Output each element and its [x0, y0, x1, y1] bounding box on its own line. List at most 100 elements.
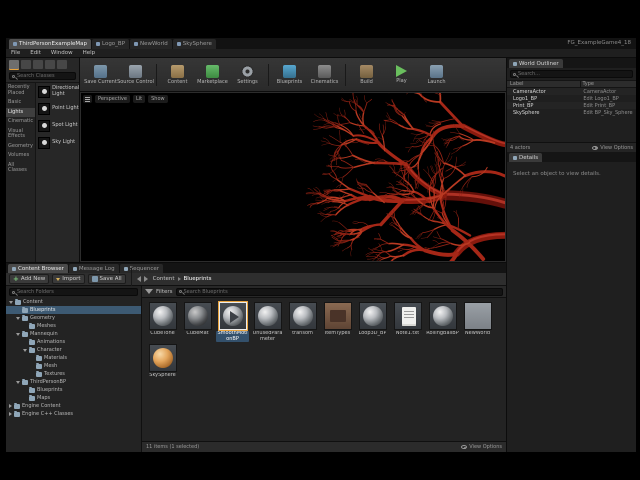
category-geometry[interactable]: Geometry	[6, 142, 35, 152]
expand-arrow-icon[interactable]	[9, 412, 12, 416]
filter-icon[interactable]	[145, 289, 153, 294]
level-viewport[interactable]: Perspective Lit Show	[80, 92, 506, 262]
outliner-view-options[interactable]: View Options	[592, 145, 633, 151]
folder-mannequin[interactable]: Mannequin	[6, 330, 141, 338]
folder-textures[interactable]: Textures	[6, 370, 141, 378]
asset-rollingballbp[interactable]: RollingBallBP	[426, 302, 459, 342]
folder-thirdpersonbp[interactable]: ThirdPersonBP	[6, 378, 141, 386]
settings-button[interactable]: Settings	[231, 64, 264, 85]
outliner-row-logo1-bp[interactable]: Logo1_BP Edit Logo1_BP	[507, 95, 636, 102]
asset-loop3d-bp[interactable]: Loop3D_BP	[356, 302, 389, 342]
folder-engine-content[interactable]: Engine Content	[6, 402, 141, 410]
asset-transom[interactable]: transom	[286, 302, 319, 342]
menu-item-edit[interactable]: Edit	[25, 50, 46, 56]
breadcrumb-content[interactable]: Content	[153, 276, 175, 282]
modes-search[interactable]	[9, 72, 76, 80]
import-button[interactable]: Import	[52, 274, 85, 284]
modes-search-input[interactable]	[17, 72, 73, 80]
folder-character[interactable]: Character	[6, 346, 141, 354]
breadcrumb-blueprints[interactable]: Blueprints	[184, 276, 212, 282]
folders-search-input[interactable]	[17, 288, 135, 296]
place-mode-icon[interactable]	[9, 60, 19, 69]
geometry-mode-icon[interactable]	[57, 60, 67, 69]
viewport-options-icon[interactable]	[83, 95, 92, 103]
asset-skysphere[interactable]: SkySphere	[146, 344, 179, 379]
tab-content-browser[interactable]: Content Browser	[8, 264, 68, 273]
category-visual-effects[interactable]: Visual Effects	[6, 127, 35, 142]
add-new-button[interactable]: + Add New	[9, 274, 50, 284]
category-recently-placed[interactable]: Recently Placed	[6, 83, 35, 98]
foliage-mode-icon[interactable]	[45, 60, 55, 69]
folder-materials[interactable]: Materials	[6, 354, 141, 362]
tab-sequencer[interactable]: Sequencer	[119, 264, 163, 273]
tab-thirdpersonexamplemap[interactable]: ThirdPersonExampleMap	[9, 39, 91, 49]
save-current-button[interactable]: Save Current	[84, 64, 117, 85]
category-all-classes[interactable]: All Classes	[6, 161, 35, 176]
back-icon[interactable]	[136, 276, 141, 282]
menu-item-window[interactable]: Window	[46, 50, 78, 56]
tab-logo-bp[interactable]: Logo_BP	[91, 39, 130, 49]
folder-blueprints[interactable]: Blueprints	[6, 306, 141, 314]
filters-button[interactable]: Filters	[156, 289, 173, 295]
expand-arrow-icon[interactable]	[16, 316, 20, 320]
expand-arrow-icon[interactable]	[16, 380, 20, 384]
tab-details[interactable]: Details	[509, 153, 543, 162]
forward-icon[interactable]	[143, 276, 148, 282]
tab-world-outliner[interactable]: World Outliner	[509, 59, 563, 68]
menu-item-help[interactable]: Help	[78, 50, 101, 56]
folder-blueprints[interactable]: Blueprints	[6, 386, 141, 394]
column-label[interactable]: Label	[507, 81, 581, 87]
expand-arrow-icon[interactable]	[9, 300, 13, 304]
expand-arrow-icon[interactable]	[23, 348, 27, 352]
tab-skysphere[interactable]: SkySphere	[172, 39, 216, 49]
column-type[interactable]: Type	[581, 81, 636, 87]
assets-view-options[interactable]: View Options	[461, 444, 502, 450]
outliner-row-cameraactor[interactable]: CameraActor CameraActor	[507, 88, 636, 95]
blueprints-button[interactable]: Blueprints	[273, 64, 306, 85]
category-lights[interactable]: Lights	[6, 107, 36, 117]
viewport-perspective-menu[interactable]: Perspective	[95, 95, 130, 103]
cinematics-button[interactable]: Cinematics	[308, 64, 341, 85]
placeable-directional-light[interactable]: Directional Light	[36, 83, 79, 100]
folders-search[interactable]	[9, 288, 138, 296]
outliner-search[interactable]	[510, 70, 633, 78]
folder-geometry[interactable]: Geometry	[6, 314, 141, 322]
viewport-show-menu[interactable]: Show	[148, 95, 168, 103]
paint-mode-icon[interactable]	[21, 60, 31, 69]
placeable-point-light[interactable]: Point Light	[36, 100, 79, 117]
menu-item-file[interactable]: File	[6, 50, 25, 56]
folder-engine-c-classes[interactable]: Engine C++ Classes	[6, 410, 141, 418]
marketplace-button[interactable]: Marketplace	[196, 64, 229, 85]
launch-button[interactable]: Launch	[420, 64, 453, 85]
expand-arrow-icon[interactable]	[9, 404, 12, 408]
viewport-lit-menu[interactable]: Lit	[132, 95, 146, 103]
folder-mesh[interactable]: Mesh	[6, 362, 141, 370]
content-button[interactable]: Content	[161, 64, 194, 85]
expand-arrow-icon[interactable]	[16, 332, 20, 336]
asset-cubetone[interactable]: CubeTone	[146, 302, 179, 342]
folder-maps[interactable]: Maps	[6, 394, 141, 402]
asset-smoothmotionbp[interactable]: SmoothMotionBP	[216, 302, 249, 342]
assets-search[interactable]	[175, 287, 503, 296]
outliner-row-skysphere[interactable]: SkySphere Edit BP_Sky_Sphere	[507, 109, 636, 116]
folder-meshes[interactable]: Meshes	[6, 322, 141, 330]
tab-newworld[interactable]: NewWorld	[130, 39, 172, 49]
source-control-button[interactable]: Source Control	[117, 64, 154, 85]
asset-itemtypes[interactable]: ItemTypes	[321, 302, 354, 342]
category-cinematic[interactable]: Cinematic	[6, 117, 35, 127]
folder-animations[interactable]: Animations	[6, 338, 141, 346]
outliner-row-print-bp[interactable]: Print_BP Edit Print_BP	[507, 102, 636, 109]
build-button[interactable]: Build	[350, 64, 383, 85]
asset-unusedparameter[interactable]: UnusedParameter	[251, 302, 284, 342]
category-basic[interactable]: Basic	[6, 98, 35, 108]
save-all-button[interactable]: Save All	[87, 274, 126, 284]
placeable-spot-light[interactable]: Spot Light	[36, 117, 79, 134]
asset-newworld[interactable]: NewWorld	[461, 302, 494, 342]
tab-message-log[interactable]: Message Log	[68, 264, 119, 273]
placeable-sky-light[interactable]: Sky Light	[36, 134, 79, 151]
outliner-search-input[interactable]	[518, 70, 630, 78]
asset-cubemat[interactable]: CubeMat	[181, 302, 214, 342]
folder-content[interactable]: Content	[6, 298, 141, 306]
asset-note1-txt[interactable]: Note1.txt	[391, 302, 424, 342]
landscape-mode-icon[interactable]	[33, 60, 43, 69]
